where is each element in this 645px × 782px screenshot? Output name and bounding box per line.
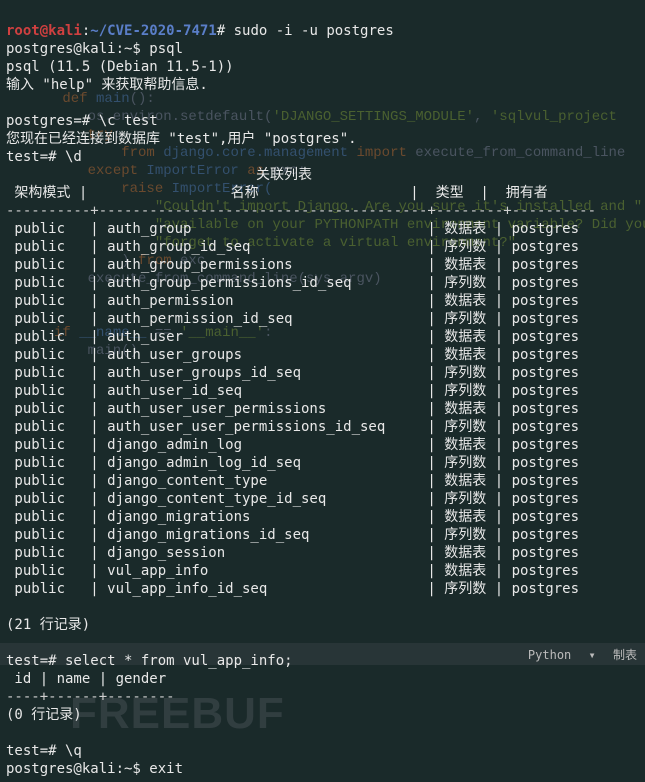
- table-row: public | auth_group_permissions_id_seq |…: [6, 275, 579, 291]
- select-header: id | name | gender: [6, 671, 166, 687]
- psql-help-hint: 输入 "help" 来获取帮助信息.: [6, 77, 208, 93]
- row-count: (21 行记录): [6, 617, 90, 633]
- table-row: public | auth_group_id_seq | 序列数 | postg…: [6, 239, 579, 255]
- cmd-connect: postgres=# \c test: [6, 113, 158, 129]
- terminal-output[interactable]: root@kali:~/CVE-2020-7471# sudo -i -u po…: [0, 0, 645, 782]
- table-row: public | auth_user_id_seq | 序列数 | postgr…: [6, 383, 579, 399]
- table-row: public | vul_app_info_id_seq | 序列数 | pos…: [6, 581, 579, 597]
- select-sep: ----+------+--------: [6, 689, 175, 705]
- table-separator: ----------+-----------------------------…: [6, 203, 596, 219]
- cmd-d: test=# \d: [6, 149, 82, 165]
- table-title: 关联列表: [6, 167, 312, 183]
- table-row: public | auth_group_permissions | 数据表 | …: [6, 257, 579, 273]
- table-row: public | auth_user | 数据表 | postgres: [6, 329, 579, 345]
- table-row: public | django_admin_log_id_seq | 序列数 |…: [6, 455, 579, 471]
- table-row: public | auth_user_user_permissions_id_s…: [6, 419, 579, 435]
- table-row: public | auth_user_groups_id_seq | 序列数 |…: [6, 365, 579, 381]
- table-row: public | auth_user_groups | 数据表 | postgr…: [6, 347, 579, 363]
- table-row: public | django_session | 数据表 | postgres: [6, 545, 579, 561]
- table-row: public | django_admin_log | 数据表 | postgr…: [6, 437, 579, 453]
- table-row: public | django_migrations | 数据表 | postg…: [6, 509, 579, 525]
- table-row: public | auth_permission_id_seq | 序列数 | …: [6, 311, 579, 327]
- table-header: 架构模式 | 名称 | 类型 | 拥有者: [6, 185, 548, 201]
- cmd-exit: postgres@kali:~$ exit: [6, 761, 183, 777]
- table-row: public | auth_group | 数据表 | postgres: [6, 221, 579, 237]
- select-count: (0 行记录): [6, 707, 82, 723]
- table-row: public | vul_app_info | 数据表 | postgres: [6, 563, 579, 579]
- prompt-user: root@kali: [6, 23, 82, 39]
- prompt-cwd: ~/CVE-2020-7471: [90, 23, 216, 39]
- table-row: public | auth_user_user_permissions | 数据…: [6, 401, 579, 417]
- cmd-quit: test=# \q: [6, 743, 82, 759]
- table-row: public | auth_permission | 数据表 | postgre…: [6, 293, 579, 309]
- table-row: public | django_content_type | 数据表 | pos…: [6, 473, 579, 489]
- cmd-select: test=# select * from vul_app_info;: [6, 653, 293, 669]
- table-row: public | django_content_type_id_seq | 序列…: [6, 491, 579, 507]
- prompt-hash: #: [217, 23, 225, 39]
- table-row: public | django_migrations_id_seq | 序列数 …: [6, 527, 579, 543]
- psql-version: psql (11.5 (Debian 11.5-1)): [6, 59, 234, 75]
- msg-connected: 您现在已经连接到数据库 "test",用户 "postgres".: [6, 131, 357, 147]
- line-psql-login: postgres@kali:~$ psql: [6, 41, 183, 57]
- cmd-sudo: sudo -i -u postgres: [225, 23, 394, 39]
